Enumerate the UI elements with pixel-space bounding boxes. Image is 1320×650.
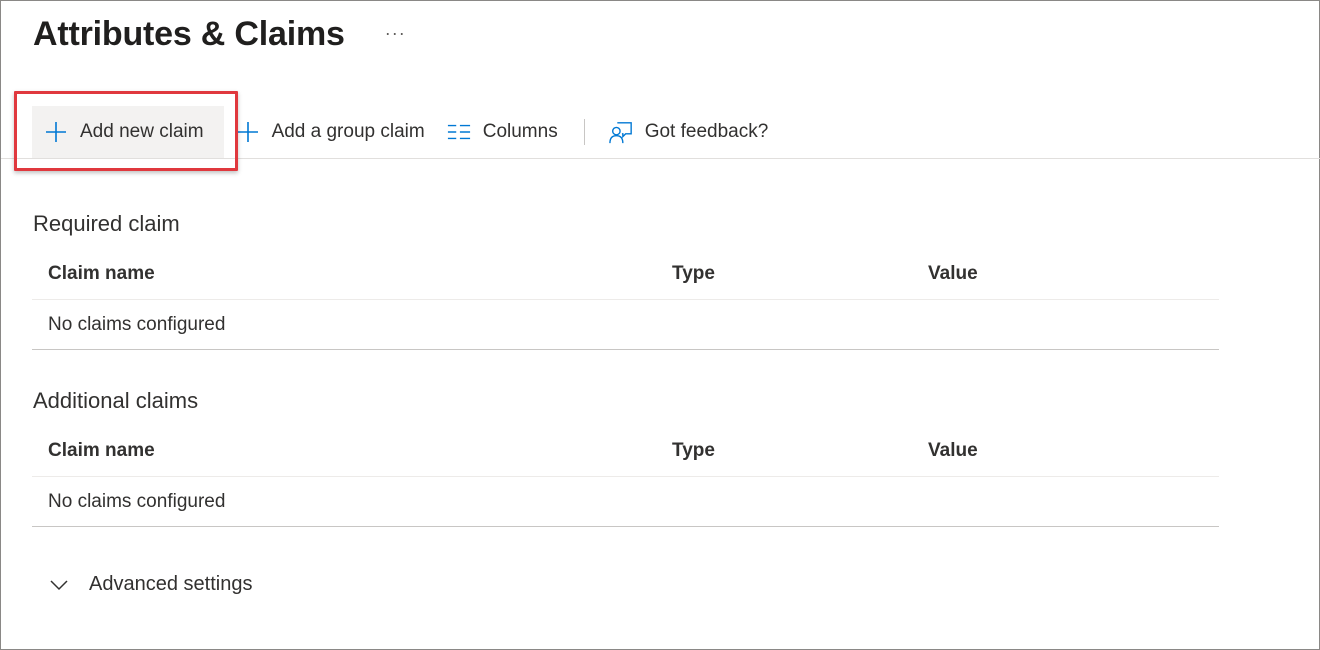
plus-icon	[44, 120, 68, 144]
chevron-down-icon	[49, 574, 71, 596]
columns-label: Columns	[482, 120, 558, 142]
title-row: Attributes & Claims ···	[33, 15, 406, 54]
page-frame: Attributes & Claims ··· Add new claim Ad…	[0, 0, 1320, 650]
additional-claims-heading: Additional claims	[33, 388, 199, 413]
column-header-claim-name[interactable]: Claim name	[48, 440, 155, 462]
feedback-icon	[608, 120, 633, 144]
columns-icon	[447, 120, 471, 144]
required-claim-heading: Required claim	[33, 211, 180, 236]
table-row: No claims configured	[32, 477, 1219, 527]
table-header: Claim name Type Value	[32, 248, 1219, 300]
plus-icon	[236, 120, 260, 144]
command-bar: Add new claim Add a group claim Columns	[1, 105, 1320, 159]
required-claims-table: Claim name Type Value No claims configur…	[32, 248, 1219, 350]
column-header-type[interactable]: Type	[672, 263, 715, 285]
add-new-claim-button[interactable]: Add new claim	[32, 105, 224, 158]
empty-table-message: No claims configured	[48, 490, 226, 512]
empty-table-message: No claims configured	[48, 313, 226, 335]
feedback-label: Got feedback?	[644, 120, 769, 142]
advanced-settings-label: Advanced settings	[89, 573, 253, 595]
column-header-type[interactable]: Type	[672, 440, 715, 462]
add-new-claim-label: Add new claim	[80, 120, 204, 142]
add-group-claim-button[interactable]: Add a group claim	[224, 106, 435, 158]
feedback-button[interactable]: Got feedback?	[597, 106, 779, 158]
advanced-settings-toggle[interactable]: Advanced settings	[49, 573, 252, 596]
column-header-claim-name[interactable]: Claim name	[48, 263, 155, 285]
column-header-value[interactable]: Value	[928, 263, 978, 285]
table-header: Claim name Type Value	[32, 425, 1219, 477]
add-group-claim-label: Add a group claim	[271, 120, 425, 142]
columns-button[interactable]: Columns	[435, 106, 568, 158]
toolbar-divider	[583, 118, 585, 145]
page-title: Attributes & Claims	[33, 15, 345, 53]
more-options-button[interactable]: ···	[385, 23, 406, 44]
table-row: No claims configured	[32, 300, 1219, 350]
additional-claims-table: Claim name Type Value No claims configur…	[32, 425, 1219, 527]
column-header-value[interactable]: Value	[928, 440, 978, 462]
